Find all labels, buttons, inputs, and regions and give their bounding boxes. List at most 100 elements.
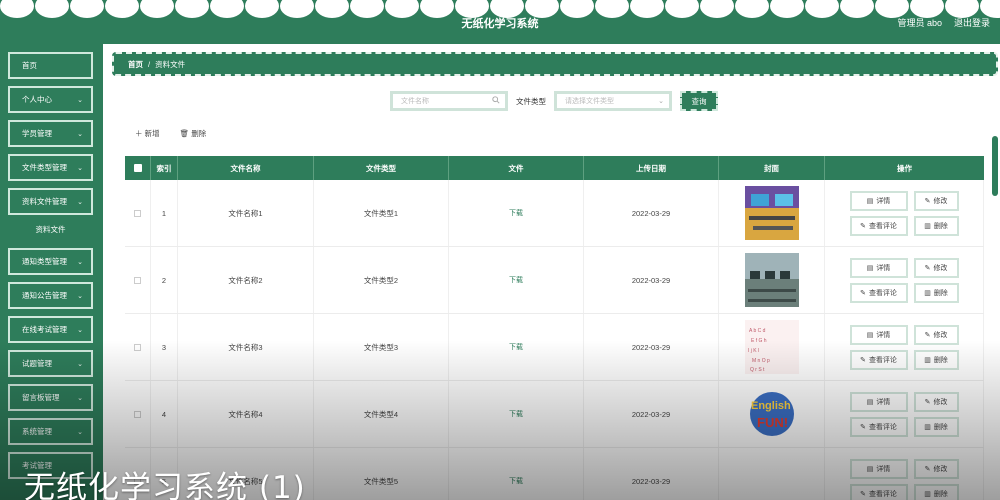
edit-icon: ✎ bbox=[924, 264, 931, 272]
view-comments-button[interactable]: ✎ 查看评论 bbox=[849, 349, 908, 370]
detail-label: 详情 bbox=[876, 331, 891, 339]
app-title: 无纸化学习系统 bbox=[461, 18, 539, 30]
detail-label: 详情 bbox=[876, 465, 891, 473]
download-link[interactable]: 下载 bbox=[509, 342, 523, 352]
edit-label: 修改 bbox=[933, 465, 948, 473]
cell-cover bbox=[719, 247, 825, 313]
edit-button[interactable]: ✎ 修改 bbox=[913, 458, 959, 479]
detail-label: 详情 bbox=[876, 398, 891, 406]
chevron-down-icon: ⌄ bbox=[77, 326, 83, 334]
sidebar-item-label: 通知公告管理 bbox=[22, 291, 67, 300]
row-checkbox[interactable] bbox=[125, 247, 151, 313]
edit-button[interactable]: ✎ 修改 bbox=[913, 257, 959, 278]
delete-button[interactable]: ▥ 删除 bbox=[913, 416, 959, 437]
file-name-input[interactable]: 文件名称 bbox=[390, 91, 508, 111]
sidebar-item-home[interactable]: 首页 bbox=[8, 52, 93, 79]
delete-label: 删除 bbox=[933, 423, 948, 431]
cell-type: 文件类型5 bbox=[314, 448, 449, 500]
search-icon bbox=[492, 96, 500, 106]
breadcrumb-separator: / bbox=[148, 59, 151, 69]
cover-image[interactable]: English FUN! bbox=[744, 387, 799, 441]
sidebar-item-label: 学员管理 bbox=[22, 129, 52, 138]
current-user[interactable]: 管理员 abo bbox=[897, 16, 942, 29]
cover-image[interactable] bbox=[745, 454, 799, 500]
cover-image[interactable]: A b C d E f G h I j K l M n O p Q r S t bbox=[744, 320, 799, 374]
delete-button[interactable]: ▥ 删除 bbox=[913, 349, 959, 370]
cell-actions: ▤ 详情 ✎ 修改 ✎ 查看评论 ▥ 删除 bbox=[825, 180, 984, 246]
cell-actions: ▤ 详情 ✎ 修改 ✎ 查看评论 ▥ 删除 bbox=[825, 247, 984, 313]
edit-label: 修改 bbox=[933, 331, 948, 339]
svg-text:E f G h: E f G h bbox=[751, 338, 767, 344]
cell-actions: ▤ 详情 ✎ 修改 ✎ 查看评论 ▥ 删除 bbox=[825, 314, 984, 380]
delete-button[interactable]: ▥ 删除 bbox=[913, 282, 959, 303]
sidebar-item-messages[interactable]: 留言板管理 ⌄ bbox=[8, 384, 93, 411]
edit-icon: ✎ bbox=[924, 398, 931, 406]
delete-button[interactable]: ▥ 删除 bbox=[913, 215, 959, 236]
delete-label: 删除 bbox=[933, 356, 948, 364]
cell-cover: English FUN! bbox=[719, 381, 825, 447]
edit-button[interactable]: ✎ 修改 bbox=[913, 190, 959, 211]
row-checkbox[interactable] bbox=[125, 180, 151, 246]
sidebar-item-file-types[interactable]: 文件类型管理 ⌄ bbox=[8, 154, 93, 181]
detail-button[interactable]: ▤ 详情 bbox=[849, 458, 908, 479]
edit-button[interactable]: ✎ 修改 bbox=[913, 391, 959, 412]
sidebar-item-online-exam[interactable]: 在线考试管理 ⌄ bbox=[8, 316, 93, 343]
cell-index: 3 bbox=[151, 314, 178, 380]
sidebar-item-students[interactable]: 学员管理 ⌄ bbox=[8, 120, 93, 147]
detail-button[interactable]: ▤ 详情 bbox=[849, 324, 908, 345]
cover-image[interactable] bbox=[744, 186, 799, 240]
cell-file: 下载 bbox=[449, 448, 584, 500]
trash-icon: ▥ bbox=[924, 222, 931, 230]
download-link[interactable]: 下载 bbox=[509, 409, 523, 419]
sidebar-item-notices[interactable]: 通知公告管理 ⌄ bbox=[8, 282, 93, 309]
row-checkbox[interactable] bbox=[125, 381, 151, 447]
sidebar-item-materials[interactable]: 资料文件管理 ⌄ bbox=[8, 188, 93, 215]
file-type-select[interactable]: 请选择文件类型 ⌄ bbox=[554, 91, 672, 111]
select-all-checkbox[interactable] bbox=[125, 156, 151, 180]
chevron-down-icon: ⌄ bbox=[77, 292, 83, 300]
batch-delete-button[interactable]: 🗑 删除 bbox=[180, 128, 207, 139]
comments-label: 查看评论 bbox=[868, 423, 897, 431]
comments-label: 查看评论 bbox=[868, 222, 897, 230]
edit-button[interactable]: ✎ 修改 bbox=[913, 324, 959, 345]
sidebar-item-questions[interactable]: 试题管理 ⌄ bbox=[8, 350, 93, 377]
svg-text:Q r S t: Q r S t bbox=[750, 367, 765, 373]
edit-icon: ✎ bbox=[924, 465, 931, 473]
sidebar: 首页 个人中心 ⌄ 学员管理 ⌄ 文件类型管理 ⌄ 资料文件管理 ⌄ 资料文件 通知类型… bbox=[0, 44, 103, 500]
add-button[interactable]: ＋ 新增 bbox=[135, 128, 160, 139]
sidebar-item-label: 在线考试管理 bbox=[22, 325, 67, 334]
view-comments-button[interactable]: ✎ 查看评论 bbox=[849, 416, 908, 437]
cell-cover bbox=[719, 448, 825, 500]
query-button[interactable]: 查询 bbox=[680, 91, 718, 111]
view-comments-button[interactable]: ✎ 查看评论 bbox=[849, 215, 908, 236]
delete-button[interactable]: ▥ 删除 bbox=[913, 483, 959, 500]
detail-button[interactable]: ▤ 详情 bbox=[849, 391, 908, 412]
table-row: 4 文件名称4 文件类型4 下载 2022-03-29 English FUN! ▤ 详情 ✎ 修改… bbox=[125, 381, 984, 448]
sidebar-item-profile[interactable]: 个人中心 ⌄ bbox=[8, 86, 93, 113]
cover-image[interactable] bbox=[744, 253, 799, 307]
main-content: 首页 / 资料文件 文件名称 文件类型 请选择文件类型 ⌄ 查询 ＋ 新增 🗑 … bbox=[103, 44, 1000, 500]
edit-icon: ✎ bbox=[860, 490, 866, 498]
edit-label: 修改 bbox=[933, 197, 948, 205]
sidebar-subitem-materials[interactable]: 资料文件 bbox=[8, 218, 93, 240]
breadcrumb-home[interactable]: 首页 bbox=[128, 59, 143, 70]
detail-button[interactable]: ▤ 详情 bbox=[849, 257, 908, 278]
cell-actions: ▤ 详情 ✎ 修改 ✎ 查看评论 ▥ 删除 bbox=[825, 381, 984, 447]
cell-file: 下载 bbox=[449, 180, 584, 246]
cell-file: 下载 bbox=[449, 247, 584, 313]
row-checkbox[interactable] bbox=[125, 314, 151, 380]
scrollbar[interactable] bbox=[992, 136, 998, 196]
col-file: 文件 bbox=[449, 156, 584, 180]
view-comments-button[interactable]: ✎ 查看评论 bbox=[849, 483, 908, 500]
download-link[interactable]: 下载 bbox=[509, 275, 523, 285]
sidebar-item-system[interactable]: 系统管理 ⌄ bbox=[8, 418, 93, 445]
detail-button[interactable]: ▤ 详情 bbox=[849, 190, 908, 211]
breadcrumb-current: 资料文件 bbox=[155, 59, 186, 69]
col-type: 文件类型 bbox=[314, 156, 449, 180]
download-link[interactable]: 下载 bbox=[509, 476, 523, 486]
logout-link[interactable]: 退出登录 bbox=[954, 16, 990, 29]
view-comments-button[interactable]: ✎ 查看评论 bbox=[849, 282, 908, 303]
sidebar-item-notice-types[interactable]: 通知类型管理 ⌄ bbox=[8, 248, 93, 275]
download-link[interactable]: 下载 bbox=[509, 208, 523, 218]
plus-icon: ＋ bbox=[135, 129, 143, 138]
